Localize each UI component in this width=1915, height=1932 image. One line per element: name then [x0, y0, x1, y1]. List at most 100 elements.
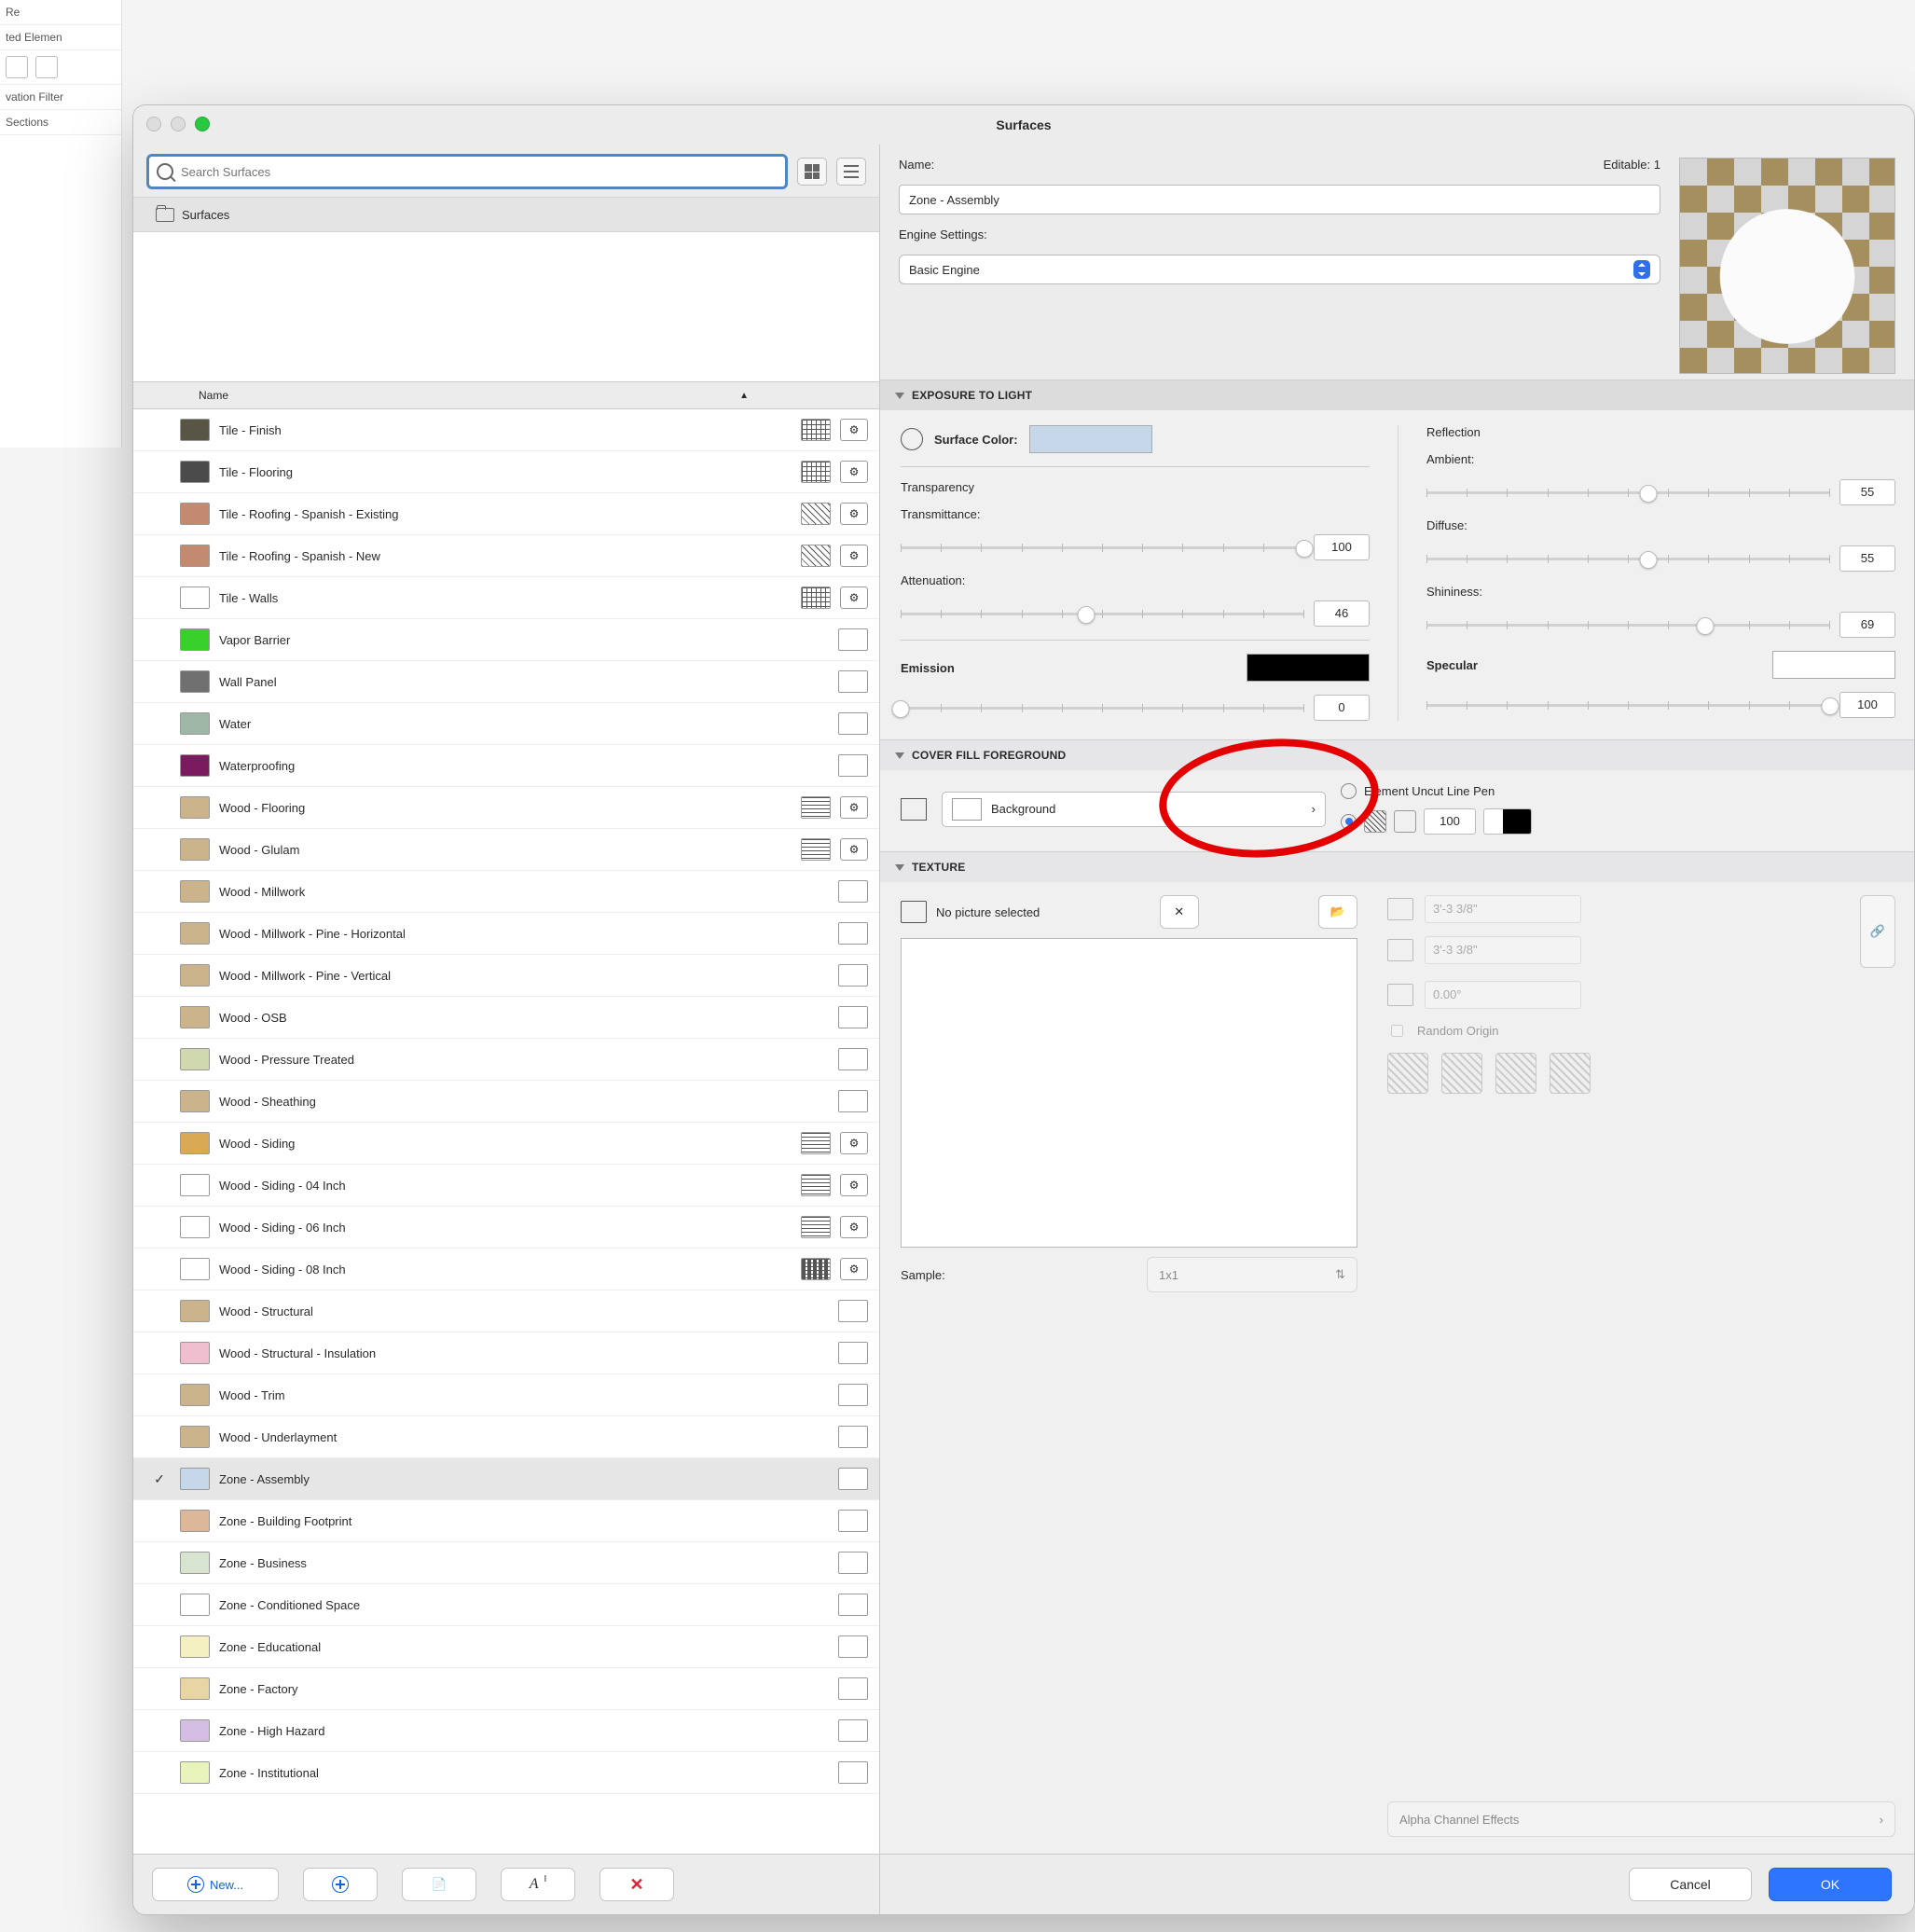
list-item[interactable]: Wood - Pressure Treated [133, 1039, 879, 1081]
settings-icon[interactable]: ⚙ [840, 1174, 868, 1196]
surface-color-swatch[interactable] [1029, 425, 1152, 453]
close-window-icon[interactable] [146, 117, 161, 131]
align-3-button[interactable] [1495, 1053, 1536, 1094]
list-item[interactable]: Wood - Millwork - Pine - Vertical [133, 955, 879, 997]
settings-icon[interactable]: ⚙ [840, 586, 868, 609]
settings-icon[interactable]: ⚙ [840, 1258, 868, 1280]
surfaces-list[interactable]: Tile - Finish⚙Tile - Flooring⚙Tile - Roo… [133, 409, 879, 1855]
texture-browse-button[interactable]: 📂 [1318, 895, 1357, 929]
list-item[interactable]: Zone - Educational [133, 1626, 879, 1668]
list-item[interactable]: Wood - Millwork [133, 871, 879, 913]
list-item[interactable]: Vapor Barrier [133, 619, 879, 661]
texture-dim-y[interactable]: 3'-3 3/8" [1425, 936, 1581, 964]
texture-dim-x[interactable]: 3'-3 3/8" [1425, 895, 1581, 923]
diffuse-value[interactable]: 55 [1839, 545, 1895, 572]
duplicate-button[interactable] [303, 1868, 378, 1901]
list-item[interactable]: Zone - Institutional [133, 1752, 879, 1794]
emission-swatch[interactable] [1247, 654, 1370, 682]
uncut-pen-radio[interactable] [1341, 783, 1357, 799]
ambient-slider[interactable] [1426, 483, 1830, 502]
list-item[interactable]: Wood - Underlayment [133, 1416, 879, 1458]
align-4-button[interactable] [1550, 1053, 1591, 1094]
view-grid-button[interactable] [797, 158, 827, 186]
list-item[interactable]: Wood - Siding - 08 Inch⚙ [133, 1249, 879, 1290]
random-origin-checkbox[interactable] [1391, 1025, 1403, 1037]
texture-remove-button[interactable]: ✕ [1160, 895, 1199, 929]
align-2-button[interactable] [1441, 1053, 1482, 1094]
list-item[interactable]: Wood - Trim [133, 1374, 879, 1416]
rename-button[interactable]: AI [501, 1868, 575, 1901]
new-button[interactable]: New... [152, 1868, 279, 1901]
texture-angle[interactable]: 0.00° [1425, 981, 1581, 1009]
specular-swatch[interactable] [1772, 651, 1895, 679]
import-button[interactable]: 📄 [402, 1868, 476, 1901]
settings-icon[interactable]: ⚙ [840, 838, 868, 861]
search-input[interactable] [179, 164, 778, 180]
transmittance-slider[interactable] [901, 538, 1304, 557]
specular-value[interactable]: 100 [1839, 692, 1895, 718]
specular-slider[interactable] [1426, 696, 1830, 714]
ok-button[interactable]: OK [1769, 1868, 1892, 1901]
cover-fill-select[interactable]: Background › [942, 792, 1326, 827]
engine-select[interactable]: Basic Engine [899, 255, 1660, 284]
settings-icon[interactable]: ⚙ [840, 1216, 868, 1238]
list-item[interactable]: Zone - Conditioned Space [133, 1584, 879, 1626]
zoom-window-icon[interactable] [195, 117, 210, 131]
list-item[interactable]: Wood - Structural [133, 1290, 879, 1332]
list-item[interactable]: Wall Panel [133, 661, 879, 703]
list-item[interactable]: Zone - Factory [133, 1668, 879, 1710]
sample-select[interactable]: 1x1⇅ [1147, 1257, 1357, 1292]
emission-slider[interactable] [901, 698, 1304, 717]
delete-button[interactable]: ✕ [599, 1868, 674, 1901]
transmittance-value[interactable]: 100 [1314, 534, 1370, 560]
list-item[interactable]: Wood - Sheathing [133, 1081, 879, 1123]
list-item[interactable]: Zone - Building Footprint [133, 1500, 879, 1542]
alpha-channel-select[interactable]: Alpha Channel Effects› [1387, 1801, 1895, 1837]
settings-icon[interactable]: ⚙ [840, 1132, 868, 1154]
list-header[interactable]: Name ▲ [133, 382, 879, 409]
shininess-slider[interactable] [1426, 615, 1830, 634]
ambient-value[interactable]: 55 [1839, 479, 1895, 505]
settings-icon[interactable]: ⚙ [840, 503, 868, 525]
settings-icon[interactable]: ⚙ [840, 545, 868, 567]
list-item[interactable]: Tile - Roofing - Spanish - Existing⚙ [133, 493, 879, 535]
cancel-button[interactable]: Cancel [1629, 1868, 1752, 1901]
surface-name-input[interactable]: Zone - Assembly [899, 185, 1660, 214]
pen-style-1-icon[interactable] [1364, 810, 1386, 833]
list-item[interactable]: Wood - Flooring⚙ [133, 787, 879, 829]
settings-icon[interactable]: ⚙ [840, 419, 868, 441]
pen-value[interactable]: 100 [1424, 808, 1476, 835]
section-cover-header[interactable]: COVER FILL FOREGROUND [880, 740, 1914, 770]
view-list-button[interactable] [836, 158, 866, 186]
pen-swatch[interactable] [1483, 808, 1532, 835]
list-item[interactable]: Wood - Siding⚙ [133, 1123, 879, 1165]
list-item[interactable]: Water [133, 703, 879, 745]
shininess-value[interactable]: 69 [1839, 612, 1895, 638]
list-item[interactable]: Wood - OSB [133, 997, 879, 1039]
list-item[interactable]: Zone - High Hazard [133, 1710, 879, 1752]
pen-style-2-icon[interactable] [1394, 810, 1416, 833]
section-exposure-header[interactable]: EXPOSURE TO LIGHT [880, 380, 1914, 410]
list-item[interactable]: Wood - Siding - 06 Inch⚙ [133, 1207, 879, 1249]
settings-icon[interactable]: ⚙ [840, 796, 868, 819]
list-item[interactable]: Wood - Millwork - Pine - Horizontal [133, 913, 879, 955]
list-item[interactable]: Tile - Walls⚙ [133, 577, 879, 619]
list-item[interactable]: Waterproofing [133, 745, 879, 787]
list-item[interactable]: Wood - Structural - Insulation [133, 1332, 879, 1374]
custom-pen-radio[interactable] [1341, 814, 1357, 830]
section-texture-header[interactable]: TEXTURE [880, 852, 1914, 882]
list-item[interactable]: Tile - Finish⚙ [133, 409, 879, 451]
search-input-wrap[interactable] [146, 154, 788, 189]
list-item[interactable]: Wood - Siding - 04 Inch⚙ [133, 1165, 879, 1207]
list-item[interactable]: ✓Zone - Assembly [133, 1458, 879, 1500]
folder-row[interactable]: Surfaces [133, 197, 879, 232]
settings-icon[interactable]: ⚙ [840, 461, 868, 483]
list-item[interactable]: Tile - Flooring⚙ [133, 451, 879, 493]
minimize-window-icon[interactable] [171, 117, 186, 131]
list-item[interactable]: Wood - Glulam⚙ [133, 829, 879, 871]
list-item[interactable]: Zone - Business [133, 1542, 879, 1584]
diffuse-slider[interactable] [1426, 549, 1830, 568]
attenuation-slider[interactable] [901, 604, 1304, 623]
align-1-button[interactable] [1387, 1053, 1428, 1094]
attenuation-value[interactable]: 46 [1314, 600, 1370, 627]
